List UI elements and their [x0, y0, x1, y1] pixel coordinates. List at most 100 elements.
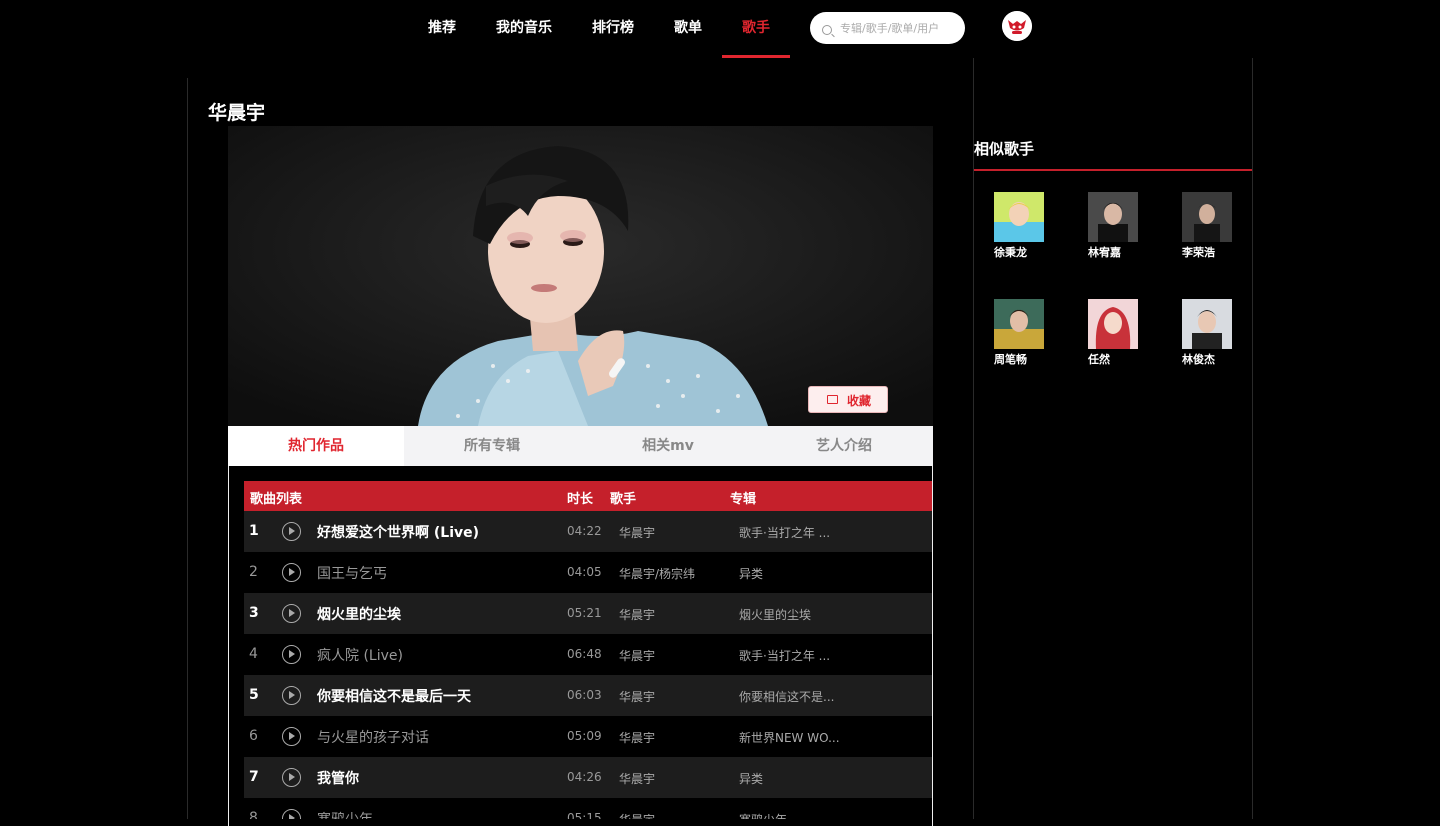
song-singer[interactable]: 华晨宇/杨宗纬: [619, 565, 695, 582]
song-singer[interactable]: 华晨宇: [619, 811, 655, 819]
similar-artist-photo[interactable]: [1182, 299, 1232, 349]
song-duration: 05:09: [567, 729, 602, 743]
song-title[interactable]: 我管你: [317, 768, 359, 788]
song-album[interactable]: 歌手·当打之年 ...: [739, 647, 849, 664]
song-row[interactable]: 6 与火星的孩子对话 05:09 华晨宇 新世界NEW WO...: [244, 716, 932, 757]
play-icon[interactable]: [282, 522, 301, 541]
song-singer[interactable]: 华晨宇: [619, 688, 655, 705]
similar-artist-card[interactable]: 周笔畅: [994, 299, 1044, 367]
song-row[interactable]: 5 你要相信这不是最后一天 06:03 华晨宇 你要相信这不是...: [244, 675, 932, 716]
song-index: 6: [249, 728, 258, 744]
avatar-image: [1002, 11, 1032, 41]
header-duration: 时长: [567, 492, 594, 507]
search-box[interactable]: [810, 12, 965, 44]
similar-artist-name[interactable]: 李荣浩: [1182, 244, 1232, 260]
song-index: 4: [249, 646, 258, 662]
song-album[interactable]: 歌手·当打之年 ...: [739, 524, 849, 541]
artist-tabs: 热门作品 所有专辑 相关mv 艺人介绍: [228, 426, 933, 466]
song-title[interactable]: 疯人院 (Live): [317, 645, 403, 665]
artist-name: 华晨宇: [208, 102, 266, 124]
song-row[interactable]: 1 好想爱这个世界啊 (Live) 04:22 华晨宇 歌手·当打之年 ...: [244, 511, 932, 552]
similar-artists-title: 相似歌手: [974, 140, 1035, 158]
similar-artist-name[interactable]: 任然: [1088, 351, 1138, 367]
song-duration: 05:21: [567, 606, 602, 620]
similar-artist-name[interactable]: 周笔畅: [994, 351, 1044, 367]
song-album[interactable]: 寒鸦少年: [739, 811, 849, 819]
nav-item-my-music[interactable]: 我的音乐: [496, 0, 552, 58]
song-row[interactable]: 3 烟火里的尘埃 05:21 华晨宇 烟火里的尘埃: [244, 593, 932, 634]
similar-artist-photo[interactable]: [1088, 192, 1138, 242]
song-album[interactable]: 异类: [739, 565, 849, 582]
song-duration: 05:15: [567, 811, 602, 819]
content-divider: [973, 58, 974, 819]
similar-artist-name[interactable]: 林俊杰: [1182, 351, 1232, 367]
song-index: 7: [249, 769, 259, 785]
song-album[interactable]: 异类: [739, 770, 849, 787]
tab-hot-songs[interactable]: 热门作品: [228, 426, 404, 466]
search-icon: [822, 25, 832, 35]
song-title[interactable]: 寒鸦少年: [317, 809, 373, 819]
play-icon[interactable]: [282, 563, 301, 582]
play-icon[interactable]: [282, 809, 301, 819]
similar-artist-photo[interactable]: [994, 299, 1044, 349]
song-singer[interactable]: 华晨宇: [619, 729, 655, 746]
similar-artists-underline: [974, 169, 1252, 171]
nav-item-artists[interactable]: 歌手: [742, 0, 770, 58]
similar-artist-photo[interactable]: [1088, 299, 1138, 349]
similar-artist-card[interactable]: 徐秉龙: [994, 192, 1044, 260]
similar-artist-card[interactable]: 林宥嘉: [1088, 192, 1138, 260]
similar-artist-name[interactable]: 林宥嘉: [1088, 244, 1138, 260]
play-icon[interactable]: [282, 645, 301, 664]
similar-artist-name[interactable]: 徐秉龙: [994, 244, 1044, 260]
search-input[interactable]: [840, 18, 958, 38]
similar-artist-card[interactable]: 林俊杰: [1182, 299, 1232, 367]
song-duration: 06:03: [567, 688, 602, 702]
tab-related-mv[interactable]: 相关mv: [580, 426, 756, 466]
song-row[interactable]: 7 我管你 04:26 华晨宇 异类: [244, 757, 932, 798]
play-icon[interactable]: [282, 768, 301, 787]
top-nav: 推荐 我的音乐 排行榜 歌单 歌手: [0, 0, 1440, 58]
song-title[interactable]: 你要相信这不是最后一天: [317, 686, 471, 706]
song-singer[interactable]: 华晨宇: [619, 606, 655, 623]
song-title[interactable]: 烟火里的尘埃: [317, 604, 401, 624]
tab-all-albums[interactable]: 所有专辑: [404, 426, 580, 466]
song-index: 2: [249, 564, 258, 580]
song-album[interactable]: 你要相信这不是...: [739, 688, 849, 705]
song-singer[interactable]: 华晨宇: [619, 647, 655, 664]
similar-artist-card[interactable]: 任然: [1088, 299, 1138, 367]
play-icon[interactable]: [282, 686, 301, 705]
collect-button[interactable]: 收藏: [808, 386, 888, 413]
folder-icon: [827, 395, 838, 404]
song-index: 3: [249, 605, 259, 621]
song-duration: 06:48: [567, 647, 602, 661]
song-album[interactable]: 新世界NEW WO...: [739, 729, 849, 746]
song-index: 8: [249, 810, 258, 819]
header-list: 歌曲列表: [250, 492, 303, 507]
song-singer[interactable]: 华晨宇: [619, 524, 655, 541]
play-icon[interactable]: [282, 604, 301, 623]
song-row[interactable]: 4 疯人院 (Live) 06:48 华晨宇 歌手·当打之年 ...: [244, 634, 932, 675]
similar-artist-photo[interactable]: [994, 192, 1044, 242]
song-title[interactable]: 好想爱这个世界啊 (Live): [317, 522, 479, 542]
song-index: 5: [249, 687, 259, 703]
song-title[interactable]: 国王与乞丐: [317, 563, 387, 583]
collect-label: 收藏: [847, 394, 872, 408]
song-row[interactable]: 8 寒鸦少年 05:15 华晨宇 寒鸦少年: [244, 798, 932, 819]
artist-banner: [228, 126, 933, 426]
song-singer[interactable]: 华晨宇: [619, 770, 655, 787]
play-icon[interactable]: [282, 727, 301, 746]
song-duration: 04:22: [567, 524, 602, 538]
similar-artist-card[interactable]: 李荣浩: [1182, 192, 1232, 260]
similar-artist-photo[interactable]: [1182, 192, 1232, 242]
song-row[interactable]: 2 国王与乞丐 04:05 华晨宇/杨宗纬 异类: [244, 552, 932, 593]
song-duration: 04:26: [567, 770, 602, 784]
user-avatar[interactable]: [1002, 11, 1032, 41]
sidebar-right-border: [1252, 58, 1253, 819]
nav-item-playlists[interactable]: 歌单: [674, 0, 702, 58]
song-title[interactable]: 与火星的孩子对话: [317, 727, 429, 747]
nav-item-recommend[interactable]: 推荐: [428, 0, 456, 58]
nav-active-underline: [722, 55, 790, 58]
nav-item-charts[interactable]: 排行榜: [592, 0, 634, 58]
tab-artist-intro[interactable]: 艺人介绍: [756, 426, 932, 466]
song-album[interactable]: 烟火里的尘埃: [739, 606, 849, 623]
